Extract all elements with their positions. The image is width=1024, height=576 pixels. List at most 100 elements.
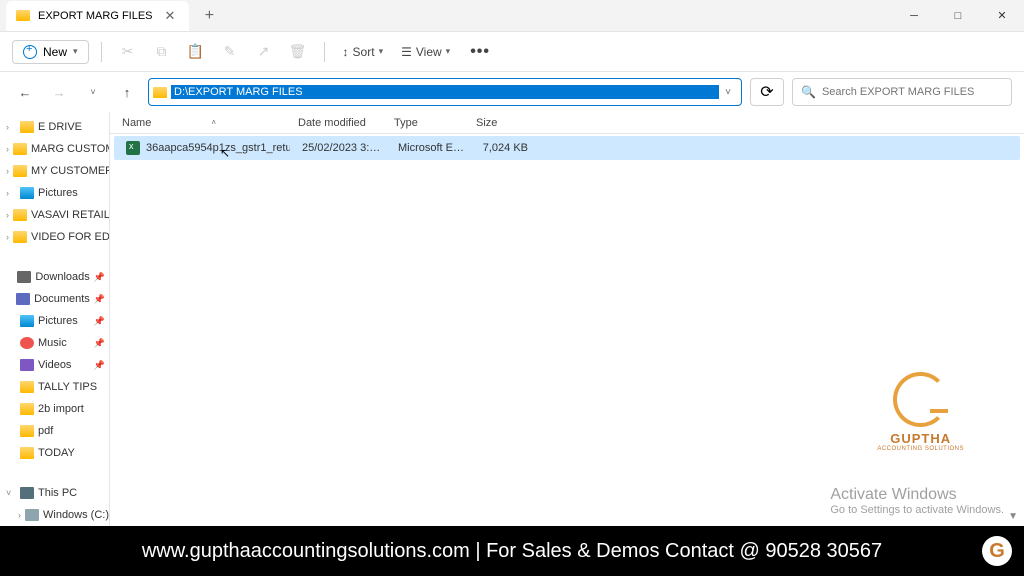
tab-title: EXPORT MARG FILES [38, 10, 153, 22]
search-box[interactable]: 🔍 [792, 78, 1012, 106]
refresh-button[interactable]: ⟳ [750, 78, 784, 106]
watermark-brand: GUPTHA [877, 431, 964, 446]
folder-icon [13, 231, 27, 243]
videos-icon [20, 359, 34, 371]
navbar: ← → ˅ ↑ D:\EXPORT MARG FILES ˅ ⟳ 🔍 [0, 72, 1024, 112]
sidebar-item-vasavi[interactable]: ›VASAVI RETAIL [0, 204, 109, 226]
sidebar-item-thispc[interactable]: ˅This PC [0, 482, 109, 504]
address-bar[interactable]: D:\EXPORT MARG FILES ˅ [148, 78, 742, 106]
chevron-down-icon: ▾ [379, 46, 384, 57]
caret-icon: › [18, 510, 21, 520]
sort-label: Sort [353, 45, 375, 59]
file-date-cell: 25/02/2023 3:40 PM [290, 142, 386, 154]
window-controls: ─ □ ✕ [892, 0, 1024, 32]
sidebar: ›E DRIVE ›MARG CUSTOM ›MY CUSTOMER ›Pict… [0, 112, 110, 526]
new-button[interactable]: New ▾ [12, 40, 89, 64]
pc-icon [20, 487, 34, 499]
music-icon [20, 337, 34, 349]
drive-icon [25, 509, 39, 521]
folder-icon [16, 10, 30, 21]
caret-icon: › [6, 166, 9, 176]
footer-text: www.gupthaaccountingsolutions.com | For … [142, 540, 882, 563]
close-window-button[interactable]: ✕ [980, 0, 1024, 32]
search-icon: 🔍 [801, 85, 816, 99]
separator [101, 42, 102, 62]
pin-icon: 📌 [94, 294, 105, 305]
sidebar-item-pictures2[interactable]: Pictures📌 [0, 310, 109, 332]
sidebar-item-music[interactable]: Music📌 [0, 332, 109, 354]
view-label: View [416, 45, 442, 59]
watermark: GUPTHA ACCOUNTING SOLUTIONS [877, 372, 964, 452]
up-button[interactable]: ↑ [114, 79, 140, 105]
file-list: Name˄ Date modified Type Size 36aapca595… [110, 112, 1024, 526]
address-dropdown-icon[interactable]: ˅ [719, 87, 737, 98]
copy-button[interactable]: ⧉ [148, 38, 176, 66]
sort-asc-icon: ˄ [211, 118, 216, 127]
pinned-group: Downloads📌 Documents📌 Pictures📌 Music📌 V… [0, 266, 109, 464]
chevron-down-icon: ▾ [446, 46, 451, 57]
col-type[interactable]: Type [382, 117, 464, 129]
pictures-icon [20, 187, 34, 199]
view-icon: ☰ [401, 45, 412, 59]
activate-title: Activate Windows [830, 486, 1004, 504]
guptha-logo-icon [893, 372, 948, 427]
sidebar-item-today[interactable]: TODAY [0, 442, 109, 464]
pin-icon: 📌 [94, 360, 105, 371]
sidebar-label: TALLY TIPS [38, 381, 97, 393]
folder-icon [153, 87, 167, 98]
folder-icon [20, 403, 34, 415]
active-tab[interactable]: EXPORT MARG FILES ✕ [6, 1, 189, 31]
sidebar-item-videos[interactable]: Videos📌 [0, 354, 109, 376]
activate-windows: Activate Windows Go to Settings to activ… [830, 486, 1004, 516]
file-name-cell: 36aapca5954p1zs_gstr1_return_jun_2022 [114, 141, 290, 155]
folder-icon [13, 143, 27, 155]
paste-button[interactable]: 📋 [182, 38, 210, 66]
sidebar-item-cdrive[interactable]: ›Windows (C:) [0, 504, 109, 526]
file-row[interactable]: 36aapca5954p1zs_gstr1_return_jun_2022 25… [114, 136, 1020, 160]
pin-icon: 📌 [94, 316, 105, 327]
share-button[interactable]: ↗ [250, 38, 278, 66]
close-tab-icon[interactable]: ✕ [161, 8, 180, 24]
footer-banner: www.gupthaaccountingsolutions.com | For … [0, 526, 1024, 576]
rename-button[interactable]: ✎ [216, 38, 244, 66]
sort-button[interactable]: ↕ Sort ▾ [337, 41, 390, 63]
col-date[interactable]: Date modified [286, 117, 382, 129]
col-name[interactable]: Name˄ [110, 117, 286, 129]
sidebar-item-customer[interactable]: ›MY CUSTOMER [0, 160, 109, 182]
sidebar-item-videoed[interactable]: ›VIDEO FOR ED [0, 226, 109, 248]
back-button[interactable]: ← [12, 79, 38, 105]
titlebar: EXPORT MARG FILES ✕ + ─ □ ✕ [0, 0, 1024, 32]
forward-button[interactable]: → [46, 79, 72, 105]
add-tab-button[interactable]: + [197, 4, 221, 28]
sidebar-label: Music [38, 337, 67, 349]
delete-button[interactable]: 🗑 [284, 38, 312, 66]
scroll-down-icon[interactable]: ▼ [1008, 511, 1018, 522]
column-headers[interactable]: Name˄ Date modified Type Size [110, 112, 1024, 134]
sidebar-item-marg[interactable]: ›MARG CUSTOM [0, 138, 109, 160]
search-input[interactable] [822, 86, 1003, 98]
sidebar-item-downloads[interactable]: Downloads📌 [0, 266, 109, 288]
folder-icon [13, 165, 27, 177]
sidebar-item-documents[interactable]: Documents📌 [0, 288, 109, 310]
sidebar-item-pdf[interactable]: pdf [0, 420, 109, 442]
sidebar-label: This PC [38, 487, 77, 499]
sidebar-label: Downloads [35, 271, 89, 283]
sidebar-item-2b[interactable]: 2b import [0, 398, 109, 420]
view-button[interactable]: ☰ View ▾ [395, 41, 456, 63]
sidebar-label: 2b import [38, 403, 84, 415]
col-size[interactable]: Size [464, 117, 524, 129]
caret-icon: › [6, 188, 16, 198]
caret-icon: › [6, 210, 9, 220]
refresh-icon: ⟳ [760, 82, 773, 102]
sidebar-item-pictures[interactable]: ›Pictures [0, 182, 109, 204]
recent-button[interactable]: ˅ [80, 79, 106, 105]
sidebar-item-edrive[interactable]: ›E DRIVE [0, 116, 109, 138]
file-name: 36aapca5954p1zs_gstr1_return_jun_2022 [146, 142, 290, 154]
cut-button[interactable]: ✂ [114, 38, 142, 66]
maximize-button[interactable]: □ [936, 0, 980, 32]
minimize-button[interactable]: ─ [892, 0, 936, 32]
address-text[interactable]: D:\EXPORT MARG FILES [171, 85, 719, 99]
more-button[interactable]: ••• [462, 43, 498, 61]
sidebar-item-tally[interactable]: TALLY TIPS [0, 376, 109, 398]
caret-icon: › [6, 122, 16, 132]
